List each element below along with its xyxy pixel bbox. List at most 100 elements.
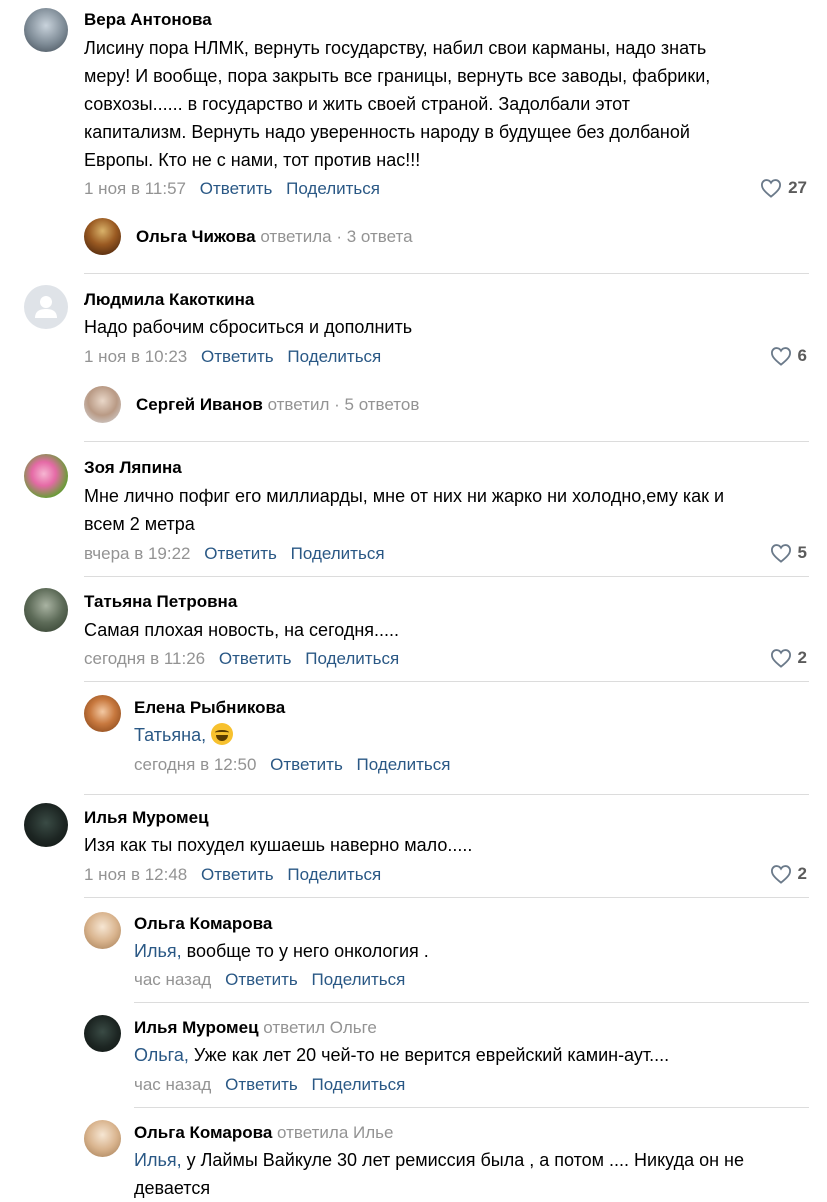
comment-time[interactable]: 1 ноя в 12:48 (84, 865, 187, 884)
comment-meta: вчера в 19:22 Ответить Поделиться (84, 544, 385, 564)
thread-dot: · (334, 395, 340, 414)
thread-dot: · (336, 227, 343, 246)
avatar[interactable] (84, 695, 121, 732)
avatar[interactable] (84, 1120, 121, 1157)
reply-time[interactable]: сегодня в 12:50 (134, 755, 256, 774)
replies-thread-link[interactable]: Сергей Иванов ответил · 5 ответов (136, 395, 419, 415)
like-button[interactable]: 2 (770, 864, 807, 884)
reply-meta: час назад Ответить Поделиться (134, 970, 405, 990)
comment-text: Мне лично пофиг его миллиарды, мне от ни… (84, 486, 725, 534)
heart-icon (761, 179, 782, 198)
reply-link[interactable]: Ответить (201, 865, 274, 884)
avatar[interactable] (84, 1015, 121, 1052)
reply-time[interactable]: час назад (134, 1075, 211, 1094)
like-button[interactable]: 27 (760, 178, 807, 198)
share-link[interactable]: Поделиться (312, 970, 406, 989)
mention-link[interactable]: Татьяна, (134, 725, 206, 745)
like-count: 6 (797, 346, 807, 365)
avatar[interactable] (84, 218, 121, 255)
share-link[interactable]: Поделиться (305, 649, 399, 668)
comment-author[interactable]: Вера Антонова (84, 10, 212, 30)
heart-icon (770, 544, 791, 563)
comment-author[interactable]: Зоя Ляпина (84, 458, 182, 478)
divider (84, 897, 809, 898)
reply-link[interactable]: Ответить (204, 544, 277, 563)
comment-text: Надо рабочим сброситься и дополнить (84, 317, 413, 337)
reply-text: Татьяна, (134, 721, 234, 749)
avatar[interactable] (24, 285, 68, 329)
thread-author: Ольга Чижова (136, 227, 256, 246)
reply-author: Ольга Комарова ответила Илье (134, 1123, 394, 1142)
reply-author: Илья Муромец ответил Ольге (134, 1018, 377, 1037)
thread-author: Сергей Иванов (136, 395, 263, 414)
like-count: 2 (797, 648, 807, 667)
avatar[interactable] (24, 8, 68, 52)
comment-author[interactable]: Татьяна Петровна (84, 592, 237, 612)
default-user-icon (35, 296, 57, 318)
comment-text: Изя как ты похудел кушаешь наверно мало.… (84, 835, 473, 855)
reply-link[interactable]: Ответить (201, 347, 274, 366)
avatar[interactable] (24, 454, 68, 498)
reply-link[interactable]: Ответить (219, 649, 292, 668)
mention-link[interactable]: Илья, (134, 1150, 182, 1170)
reply-time[interactable]: час назад (134, 970, 211, 989)
comment-text: Самая плохая новость, на сегодня..... (84, 620, 400, 640)
thread-action: ответила (260, 227, 332, 246)
avatar[interactable] (24, 803, 68, 847)
mention-link[interactable]: Ольга, (134, 1045, 189, 1065)
thread-count: 5 ответов (344, 395, 420, 414)
mention-link[interactable]: Илья, (134, 941, 182, 961)
share-link[interactable]: Поделиться (291, 544, 385, 563)
heart-icon (770, 865, 791, 884)
like-button[interactable]: 5 (770, 543, 807, 563)
share-link[interactable]: Поделиться (286, 179, 380, 198)
share-link[interactable]: Поделиться (287, 865, 381, 884)
comment-meta: сегодня в 11:26 Ответить Поделиться (84, 649, 399, 669)
avatar[interactable] (84, 912, 121, 949)
divider (84, 681, 809, 682)
replies-thread-link[interactable]: Ольга Чижова ответила · 3 ответа (136, 227, 413, 247)
reply-target[interactable]: ответил Ольге (263, 1018, 377, 1037)
reply-link[interactable]: Ответить (225, 1075, 298, 1094)
comment-text: Лисину пора НЛМК, вернуть государству, н… (84, 38, 711, 170)
reply-text: Ольга, Уже как лет 20 чей-то не верится … (134, 1045, 670, 1065)
reply-text: Илья, у Лаймы Вайкуле 30 лет ремиссия бы… (134, 1150, 744, 1198)
comment-meta: 1 ноя в 12:48 Ответить Поделиться (84, 865, 381, 885)
reply-author[interactable]: Елена Рыбникова (134, 698, 285, 718)
heart-icon (770, 347, 791, 366)
comment-time[interactable]: вчера в 19:22 (84, 544, 191, 563)
reply-meta: час назад Ответить Поделиться (134, 1075, 405, 1095)
comment-time[interactable]: 1 ноя в 10:23 (84, 347, 187, 366)
reply-link[interactable]: Ответить (225, 970, 298, 989)
heart-icon (770, 649, 791, 668)
comment-time[interactable]: сегодня в 11:26 (84, 649, 205, 668)
comments-feed: Вера Антонова Лисину пора НЛМК, вернуть … (0, 0, 827, 1200)
divider (84, 441, 809, 442)
share-link[interactable]: Поделиться (287, 347, 381, 366)
reply-link[interactable]: Ответить (200, 179, 273, 198)
share-link[interactable]: Поделиться (312, 1075, 406, 1094)
comment-meta: 1 ноя в 11:57 Ответить Поделиться (84, 179, 380, 199)
comment-author[interactable]: Илья Муромец (84, 808, 209, 828)
avatar[interactable] (24, 588, 68, 632)
comment-meta: 1 ноя в 10:23 Ответить Поделиться (84, 347, 381, 367)
comment-author[interactable]: Людмила Какоткина (84, 290, 254, 310)
share-link[interactable]: Поделиться (357, 755, 451, 774)
like-button[interactable]: 6 (770, 346, 807, 366)
divider (134, 1107, 809, 1108)
reply-target[interactable]: ответила Илье (277, 1123, 393, 1142)
reply-text: Илья, вообще то у него онкология . (134, 941, 429, 961)
comment-time[interactable]: 1 ноя в 11:57 (84, 179, 186, 198)
like-count: 5 (797, 543, 807, 562)
divider (84, 576, 809, 577)
like-button[interactable]: 2 (770, 648, 807, 668)
like-count: 27 (788, 178, 807, 197)
reply-meta: сегодня в 12:50 Ответить Поделиться (134, 755, 450, 775)
thread-action: ответил (267, 395, 330, 414)
reply-link[interactable]: Ответить (270, 755, 343, 774)
divider (84, 794, 809, 795)
divider (84, 273, 809, 274)
face-with-tears-of-joy-icon (211, 723, 234, 745)
avatar[interactable] (84, 386, 121, 423)
reply-author[interactable]: Ольга Комарова (134, 914, 272, 934)
